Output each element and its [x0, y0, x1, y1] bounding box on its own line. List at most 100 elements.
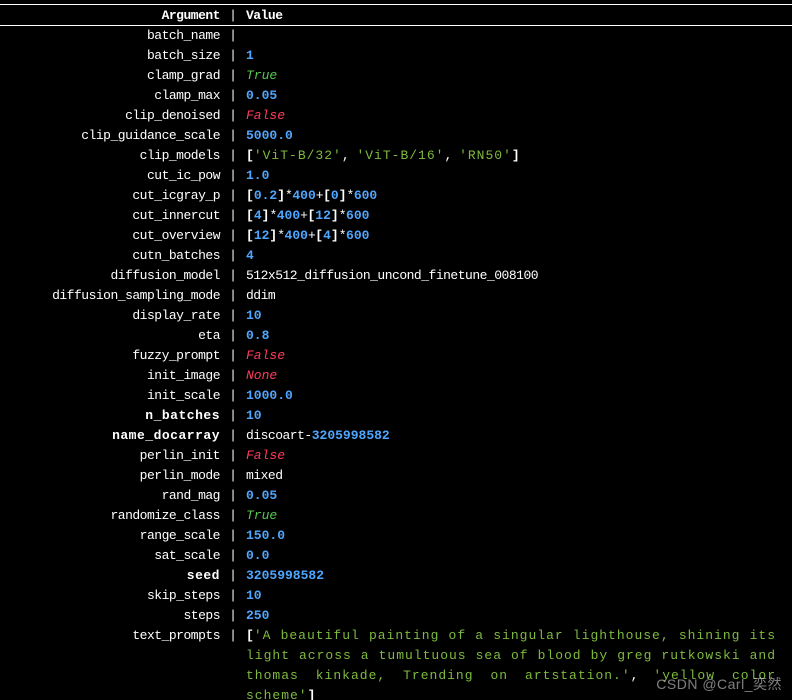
table-row: clip_models|['ViT-B/32', 'ViT-B/16', 'RN… [0, 146, 792, 166]
value-token: mixed [246, 468, 283, 483]
value-token: 3205998582 [246, 568, 324, 583]
value-token: ] [331, 208, 339, 223]
table-row: seed|3205998582 [0, 566, 792, 586]
value-token: , [342, 148, 357, 163]
argument-name: cut_ic_pow [0, 166, 226, 186]
table-row: clip_guidance_scale|5000.0 [0, 126, 792, 146]
argument-value: 1 [240, 46, 776, 66]
table-row: randomize_class|True [0, 506, 792, 526]
argument-name: perlin_init [0, 446, 226, 466]
value-token: ddim [246, 288, 275, 303]
table-row: skip_steps|10 [0, 586, 792, 606]
value-token: False [246, 108, 285, 123]
row-separator: | [226, 366, 240, 386]
table-row: sat_scale|0.0 [0, 546, 792, 566]
value-token: 400 [292, 188, 315, 203]
argument-name: display_rate [0, 306, 226, 326]
table-row: name_docarray|discoart-3205998582 [0, 426, 792, 446]
table-row: diffusion_model|512x512_diffusion_uncond… [0, 266, 792, 286]
value-token: 'ViT-B/16' [356, 148, 444, 163]
table-row: perlin_mode| mixed [0, 466, 792, 486]
table-row: cut_icgray_p|[0.2]*400+[0]*600 [0, 186, 792, 206]
row-separator: | [226, 526, 240, 546]
value-token: discoart- [246, 428, 312, 443]
argument-value: 1000.0 [240, 386, 776, 406]
value-token: 0.8 [246, 328, 269, 343]
table-row: rand_mag|0.05 [0, 486, 792, 506]
table-row: diffusion_sampling_mode|ddim [0, 286, 792, 306]
argument-value: mixed [240, 466, 776, 486]
value-token: 1 [246, 48, 254, 63]
table-row: cut_innercut|[4]*400+[12]*600 [0, 206, 792, 226]
value-token: False [246, 348, 285, 363]
table-row: n_batches|10 [0, 406, 792, 426]
row-separator: | [226, 206, 240, 226]
value-token: ] [512, 148, 520, 163]
value-token: 4 [246, 248, 254, 263]
argument-value: 250 [240, 606, 776, 626]
header-argument: Argument [0, 8, 226, 23]
value-token: 400 [277, 208, 300, 223]
value-token: 250 [246, 608, 269, 623]
value-token: True [246, 68, 277, 83]
table-row: perlin_init|False [0, 446, 792, 466]
table-row: clip_denoised|False [0, 106, 792, 126]
value-token: 3205998582 [312, 428, 390, 443]
value-token: , [631, 668, 654, 683]
row-separator: | [226, 66, 240, 86]
argument-name: sat_scale [0, 546, 226, 566]
row-separator: | [226, 626, 240, 646]
table-row: clamp_grad|True [0, 66, 792, 86]
value-token: [ [246, 188, 254, 203]
value-token: ] [331, 228, 339, 243]
argument-name: seed [0, 566, 226, 586]
argument-name: perlin_mode [0, 466, 226, 486]
table-row: display_rate|10 [0, 306, 792, 326]
value-token: * [339, 208, 346, 223]
value-token: 0.05 [246, 88, 277, 103]
table-row: cut_ic_pow|1.0 [0, 166, 792, 186]
argument-value: None [240, 366, 776, 386]
value-token: None [246, 368, 277, 383]
row-separator: | [226, 26, 240, 46]
argument-value: [4]*400+[12]*600 [240, 206, 776, 226]
table-row: text_prompts|['A beautiful painting of a… [0, 626, 792, 700]
value-token: [ [246, 148, 254, 163]
value-token: 12 [315, 208, 331, 223]
row-separator: | [226, 86, 240, 106]
argument-value: 10 [240, 406, 776, 426]
value-token: 0 [331, 188, 339, 203]
table-row: init_image|None [0, 366, 792, 386]
argument-name: fuzzy_prompt [0, 346, 226, 366]
value-token: 10 [246, 308, 262, 323]
argument-name: rand_mag [0, 486, 226, 506]
table-row: clamp_max|0.05 [0, 86, 792, 106]
argument-name: cutn_batches [0, 246, 226, 266]
value-token: [ [315, 228, 323, 243]
table-row: init_scale|1000.0 [0, 386, 792, 406]
value-token: 12 [254, 228, 270, 243]
argument-name: clip_guidance_scale [0, 126, 226, 146]
argument-value: 3205998582 [240, 566, 776, 586]
argument-value: 10 [240, 586, 776, 606]
argument-value: 10 [240, 306, 776, 326]
table-row: fuzzy_prompt| False [0, 346, 792, 366]
argument-name: cut_overview [0, 226, 226, 246]
arguments-table: Argument | Value batch_name|batch_size|1… [0, 0, 792, 700]
argument-name: clip_denoised [0, 106, 226, 126]
argument-name: eta [0, 326, 226, 346]
value-token: 'ViT-B/32' [254, 148, 342, 163]
argument-name: batch_name [0, 26, 226, 46]
value-token: 0.05 [246, 488, 277, 503]
value-token: 0.0 [246, 548, 269, 563]
row-separator: | [226, 466, 240, 486]
value-token: 4 [323, 228, 331, 243]
table-row: cut_overview|[12]*400+[4]*600 [0, 226, 792, 246]
value-token: * [269, 208, 276, 223]
row-separator: | [226, 226, 240, 246]
argument-name: steps [0, 606, 226, 626]
argument-name: batch_size [0, 46, 226, 66]
row-separator: | [226, 46, 240, 66]
row-separator: | [226, 346, 240, 366]
table-row: eta|0.8 [0, 326, 792, 346]
